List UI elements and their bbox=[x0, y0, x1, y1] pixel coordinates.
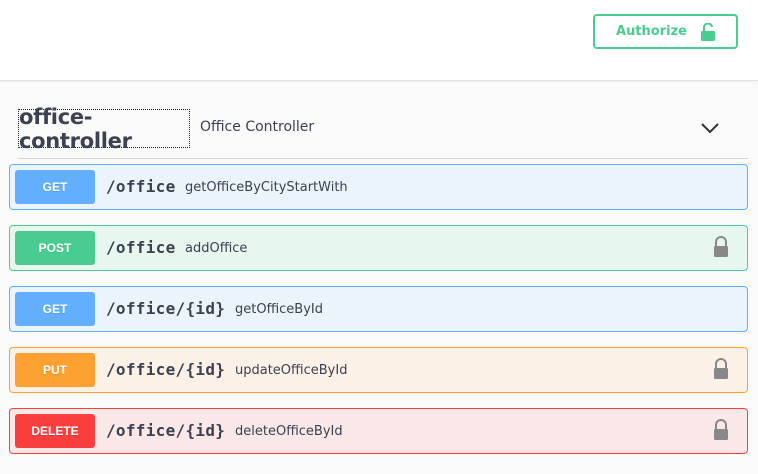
method-badge: GET bbox=[15, 292, 95, 326]
operation-path: /office/{id} bbox=[106, 421, 226, 440]
operation-path: /office bbox=[106, 238, 176, 257]
operation-path: /office/{id} bbox=[106, 299, 226, 318]
operation-summary: getOfficeByCityStartWith bbox=[185, 180, 348, 195]
lock-icon[interactable] bbox=[712, 358, 730, 380]
tag-description: Office Controller bbox=[200, 119, 315, 135]
chevron-down-icon[interactable] bbox=[699, 117, 721, 139]
operation-path: /office/{id} bbox=[106, 360, 226, 379]
method-badge: POST bbox=[15, 231, 95, 265]
operation-delete-office-by-id[interactable]: DELETE /office/{id} deleteOfficeById bbox=[9, 408, 748, 454]
method-badge: PUT bbox=[15, 353, 95, 387]
operation-post-office[interactable]: POST /office addOffice bbox=[9, 225, 748, 271]
operation-summary: deleteOfficeById bbox=[235, 424, 343, 439]
operation-path: /office bbox=[106, 177, 176, 196]
operation-summary: updateOfficeById bbox=[235, 363, 348, 378]
top-bar: Authorize bbox=[0, 0, 758, 81]
authorize-label: Authorize bbox=[616, 24, 687, 39]
lock-icon[interactable] bbox=[712, 419, 730, 441]
unlocked-icon bbox=[700, 22, 715, 41]
lock-icon[interactable] bbox=[712, 236, 730, 258]
operation-get-office[interactable]: GET /office getOfficeByCityStartWith bbox=[9, 164, 748, 210]
method-badge: DELETE bbox=[15, 414, 95, 448]
operation-put-office-by-id[interactable]: PUT /office/{id} updateOfficeById bbox=[9, 347, 748, 393]
operation-summary: getOfficeById bbox=[235, 302, 323, 317]
tag-name[interactable]: office-controller bbox=[18, 105, 190, 153]
operation-summary: addOffice bbox=[185, 241, 248, 256]
authorize-button[interactable]: Authorize bbox=[593, 14, 738, 49]
method-badge: GET bbox=[15, 170, 95, 204]
tag-section-header[interactable]: office-controller Office Controller bbox=[18, 105, 748, 159]
operation-get-office-by-id[interactable]: GET /office/{id} getOfficeById bbox=[9, 286, 748, 332]
